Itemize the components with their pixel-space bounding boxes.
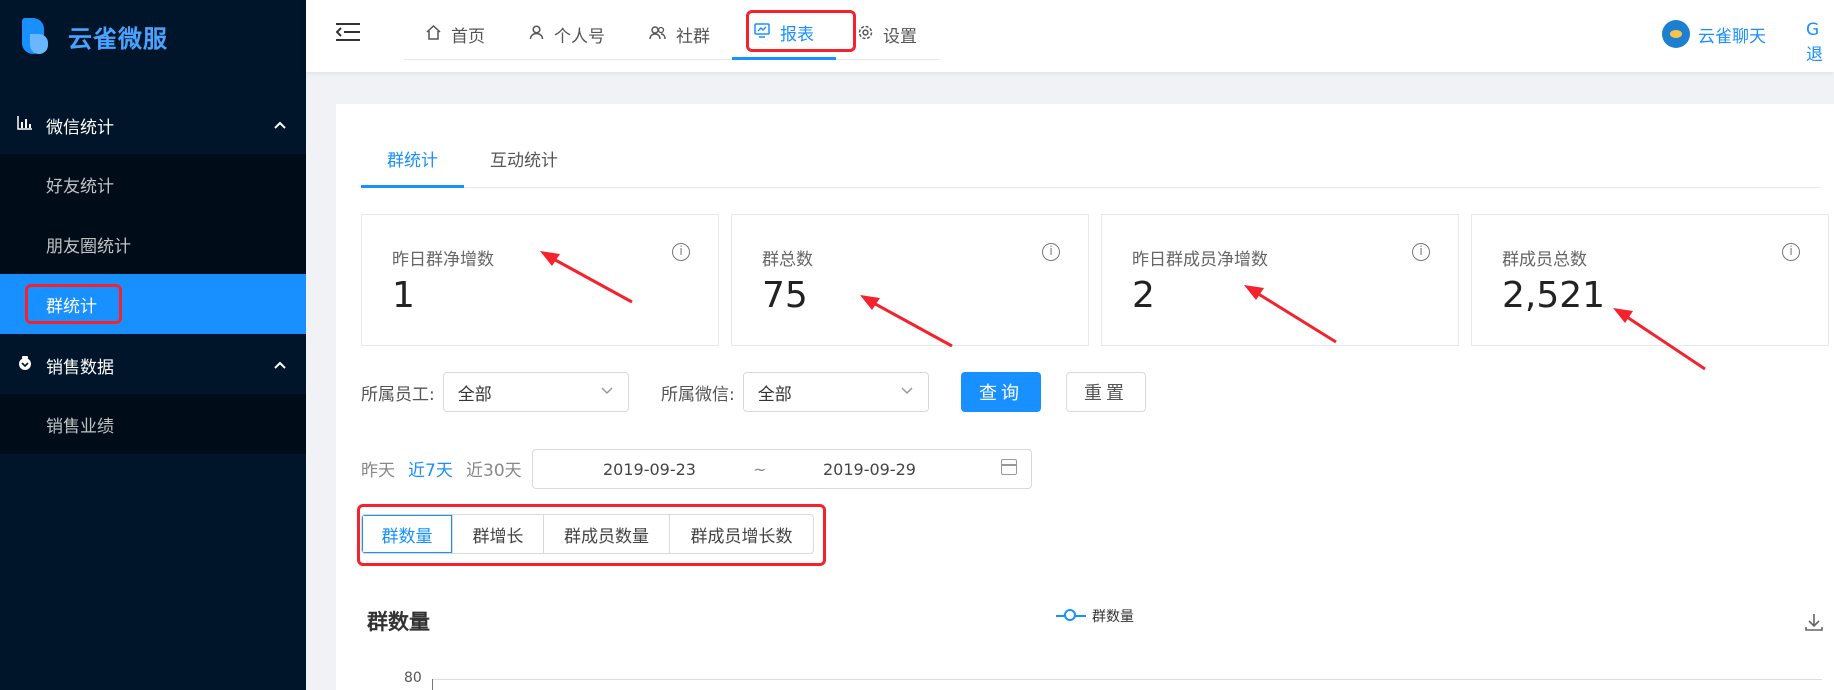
- nav-label: 个人号: [554, 26, 605, 47]
- nav-home[interactable]: 首页: [404, 8, 507, 60]
- staff-select-value: 全部: [457, 384, 492, 405]
- stat-label: 群总数: [762, 250, 813, 270]
- reset-button[interactable]: 重置: [1066, 372, 1146, 412]
- chart-title: 群数量: [367, 610, 430, 634]
- highlight-box: [357, 504, 826, 566]
- user-menu[interactable]: 云雀聊天: [1662, 20, 1766, 48]
- bar-chart-icon: [16, 116, 34, 134]
- nav-label: 社群: [676, 26, 710, 47]
- y-axis-tick-label: 80: [404, 670, 422, 686]
- date-start[interactable]: 2019-09-23: [603, 460, 696, 479]
- query-button[interactable]: 查询: [961, 372, 1041, 412]
- settings-icon: [858, 25, 873, 44]
- chevron-down-icon: [900, 383, 914, 401]
- stat-label: 昨日群成员净增数: [1132, 250, 1268, 270]
- wechat-filter: 所属微信: 全部: [661, 372, 929, 412]
- stat-value: 2,521: [1502, 275, 1606, 316]
- wechat-select-value: 全部: [757, 384, 792, 405]
- calendar-icon[interactable]: [1001, 459, 1017, 475]
- chart-legend[interactable]: 群数量: [1056, 606, 1134, 626]
- sidebar-item-sales-performance[interactable]: 销售业绩: [0, 394, 306, 454]
- date-range-picker[interactable]: 2019-09-23 ~ 2019-09-29: [532, 449, 1032, 489]
- stats-tabs: 群统计 互动统计: [361, 104, 1821, 188]
- top-nav: 首页 个人号 社群 报表 设置: [404, 8, 939, 60]
- sidebar-item-label: 销售业绩: [46, 416, 114, 437]
- sidebar-item-label: 朋友圈统计: [46, 236, 131, 257]
- wechat-select[interactable]: 全部: [742, 372, 929, 412]
- wallet-icon: [16, 356, 34, 374]
- user-icon: [529, 24, 544, 44]
- submenu-sales-data: 销售业绩: [0, 394, 306, 454]
- menu-group-wechat-stats[interactable]: 微信统计: [0, 96, 306, 154]
- avatar: [1662, 20, 1690, 48]
- stat-value: 75: [762, 275, 808, 316]
- stat-value: 2: [1132, 275, 1155, 316]
- annotation-arrow-icon: [1613, 308, 1706, 371]
- nav-community[interactable]: 社群: [627, 8, 732, 60]
- annotation-arrow-icon: [1244, 285, 1337, 344]
- menu-group-sales-data[interactable]: 销售数据: [0, 336, 306, 394]
- info-icon[interactable]: i: [1412, 243, 1430, 261]
- menu-group-label: 微信统计: [46, 117, 114, 138]
- user-name: 云雀聊天: [1698, 26, 1766, 47]
- home-icon: [426, 24, 441, 44]
- info-icon[interactable]: i: [672, 243, 690, 261]
- chevron-down-icon: [600, 383, 614, 401]
- stat-label: 昨日群净增数: [392, 250, 494, 270]
- sidebar: 云雀微服 微信统计 好友统计 朋友圈统计 群统计 销售数据 销售业绩: [0, 0, 306, 690]
- top-header: 首页 个人号 社群 报表 设置 云雀聊天 G退: [306, 0, 1834, 72]
- quick-range-30days[interactable]: 近30天: [466, 456, 522, 481]
- y-axis-line: [432, 679, 433, 690]
- info-icon[interactable]: i: [1042, 243, 1060, 261]
- tab-ink-bar: [361, 185, 464, 188]
- staff-select[interactable]: 全部: [442, 372, 629, 412]
- annotation-arrow-icon: [860, 295, 953, 348]
- stat-value: 1: [392, 275, 415, 316]
- stat-label: 群成员总数: [1502, 250, 1587, 270]
- legend-line-circle-icon: [1056, 609, 1086, 623]
- sidebar-item-friend-stats[interactable]: 好友统计: [0, 154, 306, 214]
- legend-label: 群数量: [1092, 609, 1134, 625]
- chevron-up-icon: [274, 358, 286, 372]
- menu-group-label: 销售数据: [46, 357, 114, 378]
- chevron-up-icon: [274, 118, 286, 132]
- menu-fold-icon[interactable]: [335, 22, 360, 44]
- staff-filter: 所属员工: 全部: [361, 372, 629, 412]
- annotation-arrow-icon: [540, 251, 633, 304]
- logout-link[interactable]: G退: [1806, 20, 1834, 65]
- tab-group-stats[interactable]: 群统计: [387, 146, 438, 171]
- staff-filter-label: 所属员工:: [361, 384, 435, 405]
- nav-label: 首页: [451, 26, 485, 47]
- highlight-box: [25, 284, 122, 324]
- download-icon[interactable]: [1804, 612, 1824, 632]
- quick-range-7days[interactable]: 近7天: [408, 456, 453, 481]
- brand-logo[interactable]: 云雀微服: [18, 14, 168, 58]
- nav-personal-account[interactable]: 个人号: [507, 8, 627, 60]
- nav-label: 设置: [883, 26, 917, 47]
- sidebar-item-label: 好友统计: [46, 176, 114, 197]
- chart-gridline: [432, 679, 1822, 680]
- quick-range-yesterday[interactable]: 昨天: [361, 456, 395, 481]
- date-separator: ~: [753, 460, 767, 479]
- info-icon[interactable]: i: [1782, 243, 1800, 261]
- tab-interaction-stats[interactable]: 互动统计: [490, 146, 558, 171]
- highlight-box: [746, 10, 856, 52]
- date-end[interactable]: 2019-09-29: [823, 460, 916, 479]
- sidebar-item-moments-stats[interactable]: 朋友圈统计: [0, 214, 306, 274]
- brand-name: 云雀微服: [68, 24, 168, 53]
- wechat-filter-label: 所属微信:: [661, 384, 735, 405]
- logo-icon: [18, 16, 52, 56]
- content-card: 群统计 互动统计 昨日群净增数 1 i 群总数 75 i 昨日群成员净增数 2 …: [336, 104, 1834, 690]
- team-icon: [649, 25, 666, 44]
